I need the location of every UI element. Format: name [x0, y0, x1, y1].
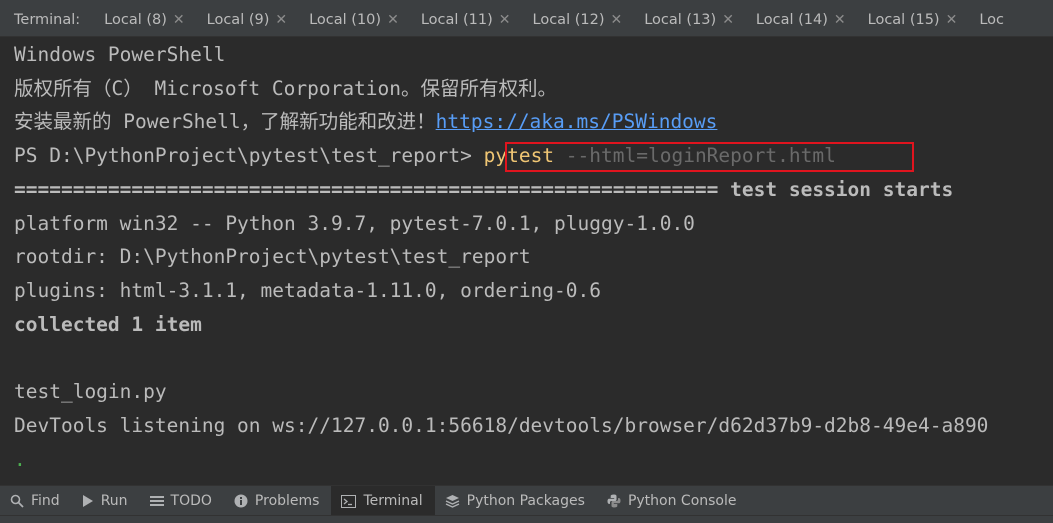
tab-label: Local (11)	[420, 12, 493, 28]
session-start-line: ========================================…	[14, 177, 953, 203]
tab-local-11[interactable]: Local (11) ✕	[421, 12, 533, 28]
play-icon	[82, 494, 94, 508]
tool-label: Problems	[254, 493, 320, 509]
close-icon[interactable]: ✕	[946, 12, 958, 28]
tool-python-packages[interactable]: Python Packages	[435, 486, 597, 516]
tool-window-bar: Find Run TODO Problems Terminal Python P…	[0, 485, 1053, 516]
tab-local-partial[interactable]: Loc	[979, 12, 1026, 28]
tool-todo[interactable]: TODO	[140, 486, 224, 516]
tool-terminal[interactable]: Terminal	[331, 486, 435, 516]
tab-local-10[interactable]: Local (10) ✕	[309, 12, 421, 28]
tab-label: Local (8)	[104, 12, 167, 28]
terminal-line: Windows PowerShell	[14, 43, 226, 66]
tool-run[interactable]: Run	[72, 486, 140, 516]
terminal-icon	[341, 494, 357, 508]
tool-label: Run	[100, 493, 128, 509]
close-icon[interactable]: ✕	[610, 12, 622, 28]
command-highlight-box	[505, 142, 914, 172]
terminal-line: plugins: html-3.1.1, metadata-1.11.0, or…	[14, 279, 601, 302]
close-icon[interactable]: ✕	[173, 12, 185, 28]
terminal-line: 版权所有（C） Microsoft Corporation。保留所有权利。	[14, 77, 558, 100]
terminal-line: DevTools listening on ws://127.0.0.1:566…	[14, 414, 989, 437]
tool-label: Python Packages	[466, 493, 585, 509]
terminal-title: Terminal:	[14, 12, 81, 28]
tab-local-14[interactable]: Local (14) ✕	[756, 12, 868, 28]
terminal-text: 安装最新的 PowerShell，了解新功能和改进！	[14, 110, 436, 133]
ps-windows-link[interactable]: https://aka.ms/PSWindows	[436, 110, 718, 133]
close-icon[interactable]: ✕	[275, 12, 287, 28]
terminal-line: collected 1 item	[14, 313, 202, 336]
close-icon[interactable]: ✕	[499, 12, 511, 28]
close-icon[interactable]: ✕	[834, 12, 846, 28]
close-icon[interactable]: ✕	[722, 12, 734, 28]
tool-python-console[interactable]: Python Console	[597, 486, 749, 516]
tab-local-12[interactable]: Local (12) ✕	[533, 12, 645, 28]
layers-icon	[445, 494, 460, 508]
tool-label: TODO	[170, 493, 212, 509]
progress-dot: .	[14, 448, 26, 471]
tab-local-15[interactable]: Local (15) ✕	[868, 12, 980, 28]
tab-label: Local (9)	[206, 12, 270, 28]
list-icon	[149, 495, 164, 507]
tool-label: Find	[31, 493, 60, 509]
close-icon[interactable]: ✕	[387, 12, 399, 28]
tool-label: Terminal	[363, 493, 423, 509]
session-title: test session starts	[730, 178, 954, 201]
search-icon	[10, 494, 24, 508]
tab-label: Local (15)	[867, 12, 940, 28]
tab-label: Local (10)	[309, 12, 382, 28]
tab-local-13[interactable]: Local (13) ✕	[644, 12, 756, 28]
tool-problems[interactable]: Problems	[224, 486, 332, 516]
tab-label: Local (13)	[644, 12, 717, 28]
tool-find[interactable]: Find	[0, 486, 72, 516]
tab-label: Local (14)	[755, 12, 828, 28]
terminal-line: 安装最新的 PowerShell，了解新功能和改进！https://aka.ms…	[14, 109, 717, 135]
tool-label: Python Console	[627, 493, 737, 509]
tab-local-8[interactable]: Local (8) ✕	[104, 12, 206, 28]
python-icon	[607, 494, 621, 508]
tab-label: Local (12)	[532, 12, 605, 28]
terminal-output[interactable]: Windows PowerShell 版权所有（C） Microsoft Cor…	[0, 37, 1053, 481]
tab-label: Loc	[979, 12, 1004, 28]
info-icon	[234, 494, 248, 508]
prompt: PS D:\PythonProject\pytest\test_report>	[14, 144, 484, 167]
terminal-tab-bar: Terminal: Local (8) ✕ Local (9) ✕ Local …	[0, 4, 1053, 37]
session-rule: ========================================…	[14, 178, 731, 201]
tab-local-9[interactable]: Local (9) ✕	[207, 12, 309, 28]
terminal-line: platform win32 -- Python 3.9.7, pytest-7…	[14, 212, 695, 235]
terminal-line: test_login.py	[14, 380, 167, 403]
terminal-line: rootdir: D:\PythonProject\pytest\test_re…	[14, 245, 531, 268]
